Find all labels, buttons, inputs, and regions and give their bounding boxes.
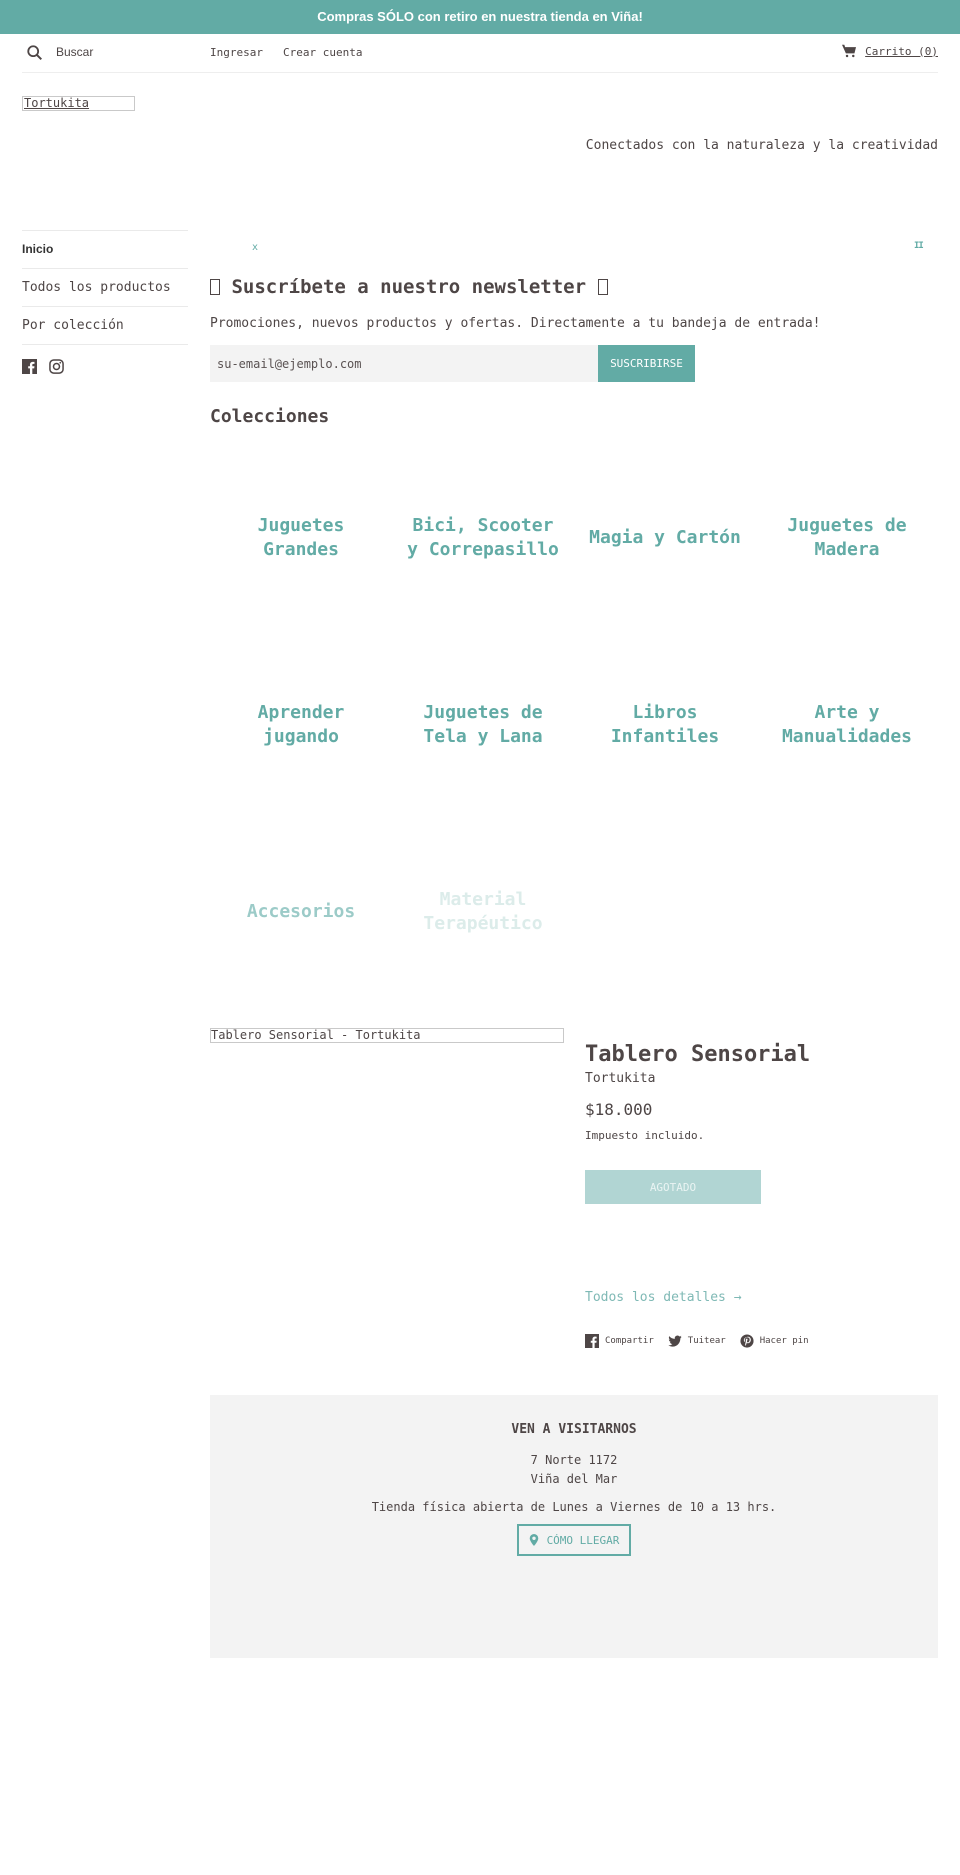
newsletter-form: SUSCRIBIRSE xyxy=(210,345,695,382)
store-hours: Tienda física abierta de Lunes a Viernes… xyxy=(371,1500,777,1514)
collections-grid: Juguetes Grandes Bici, Scooter y Correpa… xyxy=(210,444,938,1005)
collection-label: Juguetes de Tela y Lana xyxy=(423,701,543,747)
search-input[interactable] xyxy=(56,42,196,62)
directions-label: CÓMO LLEGAR xyxy=(546,1533,620,1547)
directions-button[interactable]: CÓMO LLEGAR xyxy=(516,1524,632,1556)
product-title: Tablero Sensorial xyxy=(585,1042,811,1067)
sold-out-button[interactable]: AGOTADO xyxy=(585,1170,761,1204)
search-icon[interactable] xyxy=(26,44,44,62)
slideshow-pause-button[interactable]: II xyxy=(914,241,924,251)
share-twitter-button[interactable]: Tuitear xyxy=(668,1334,726,1348)
collection-item[interactable]: Bici, Scooter y Correpasillo xyxy=(392,444,574,631)
collection-item[interactable]: Libros Infantiles xyxy=(574,631,756,818)
collection-item[interactable]: Juguetes de Madera xyxy=(756,444,938,631)
twitter-icon xyxy=(668,1335,682,1347)
address-line-2: Viña del Mar xyxy=(530,1472,618,1486)
emoji-placeholder-icon xyxy=(597,279,608,295)
visit-title: VEN A VISITARNOS xyxy=(511,1422,637,1437)
cart-icon xyxy=(842,44,857,58)
share-pinterest-button[interactable]: Hacer pin xyxy=(740,1334,809,1348)
subscribe-button[interactable]: SUSCRIBIRSE xyxy=(598,345,695,382)
social-links xyxy=(22,359,188,374)
product-price: $18.000 xyxy=(585,1100,653,1119)
collection-item[interactable]: Magia y Cartón xyxy=(574,444,756,631)
collection-label: Material Terapéutico xyxy=(423,888,543,934)
pinterest-icon xyxy=(740,1334,754,1348)
collection-label: Libros Infantiles xyxy=(610,701,720,747)
full-details-link[interactable]: Todos los detalles → xyxy=(585,1290,742,1305)
collection-item[interactable]: Juguetes de Tela y Lana xyxy=(392,631,574,818)
collection-item[interactable]: Material Terapéutico xyxy=(392,818,574,1005)
share-facebook-label: Compartir xyxy=(605,1336,654,1346)
collection-label: Magia y Cartón xyxy=(589,526,741,548)
share-facebook-button[interactable]: Compartir xyxy=(585,1334,654,1348)
sidebar-nav: Inicio Todos los productos Por colección xyxy=(22,230,188,374)
sidebar-item-por-coleccion[interactable]: Por colección xyxy=(22,306,188,344)
product-info: Tablero Sensorial Tortukita $18.000 Impu… xyxy=(585,1042,938,1204)
map-pin-icon xyxy=(529,1534,538,1546)
sidebar-divider xyxy=(22,344,188,345)
address-line-1: 7 Norte 1172 xyxy=(530,1453,618,1467)
share-buttons: Compartir Tuitear Hacer pin xyxy=(585,1334,809,1348)
share-twitter-label: Tuitear xyxy=(687,1336,726,1346)
newsletter-description: Promociones, nuevos productos y ofertas.… xyxy=(210,316,821,331)
site-header: Ingresar Crear cuenta Carrito (0) xyxy=(22,34,938,73)
newsletter-title-text: Suscríbete a nuestro newsletter xyxy=(231,276,587,298)
collection-label: Bici, Scooter y Correpasillo xyxy=(407,514,559,560)
collection-item[interactable]: Accesorios xyxy=(210,818,392,1005)
collection-label: Arte y Manualidades xyxy=(781,701,913,747)
visit-us-section: VEN A VISITARNOS 7 Norte 1172 Viña del M… xyxy=(210,1395,938,1658)
collection-label: Accesorios xyxy=(246,900,356,922)
slideshow-prev-button[interactable]: x xyxy=(252,242,258,253)
cart-link[interactable]: Carrito (0) xyxy=(841,44,938,58)
register-link[interactable]: Crear cuenta xyxy=(283,46,362,59)
collection-label: Juguetes Grandes xyxy=(257,514,345,560)
facebook-icon xyxy=(585,1334,599,1348)
sidebar-item-inicio[interactable]: Inicio xyxy=(22,230,188,268)
newsletter-title: Suscríbete a nuestro newsletter xyxy=(210,276,608,298)
product-vendor: Tortukita xyxy=(585,1071,656,1086)
announcement-bar: Compras SÓLO con retiro en nuestra tiend… xyxy=(0,0,960,34)
share-pinterest-label: Hacer pin xyxy=(759,1336,809,1346)
facebook-icon[interactable] xyxy=(22,359,37,374)
collection-label: Aprender jugando xyxy=(257,701,345,747)
product-image: Tablero Sensorial - Tortukita xyxy=(210,1028,564,1043)
collection-item[interactable]: Arte y Manualidades xyxy=(756,631,938,818)
collections-title: Colecciones xyxy=(210,406,330,427)
sidebar-item-todos-los-productos[interactable]: Todos los productos xyxy=(22,268,188,306)
newsletter-email-input[interactable] xyxy=(210,345,598,382)
emoji-placeholder-icon xyxy=(210,279,220,295)
collection-item[interactable]: Juguetes Grandes xyxy=(210,444,392,631)
store-address: 7 Norte 1172 Viña del Mar xyxy=(210,1451,938,1489)
tagline: Conectados con la naturaleza y la creati… xyxy=(585,138,938,153)
cart-label: Carrito (0) xyxy=(865,44,938,58)
collection-item[interactable]: Aprender jugando xyxy=(210,631,392,818)
collection-label: Juguetes de Madera xyxy=(787,514,907,560)
logo[interactable]: Tortukita xyxy=(22,96,135,111)
instagram-icon[interactable] xyxy=(49,359,64,374)
login-link[interactable]: Ingresar xyxy=(210,46,263,59)
tax-note: Impuesto incluido. xyxy=(585,1129,705,1142)
